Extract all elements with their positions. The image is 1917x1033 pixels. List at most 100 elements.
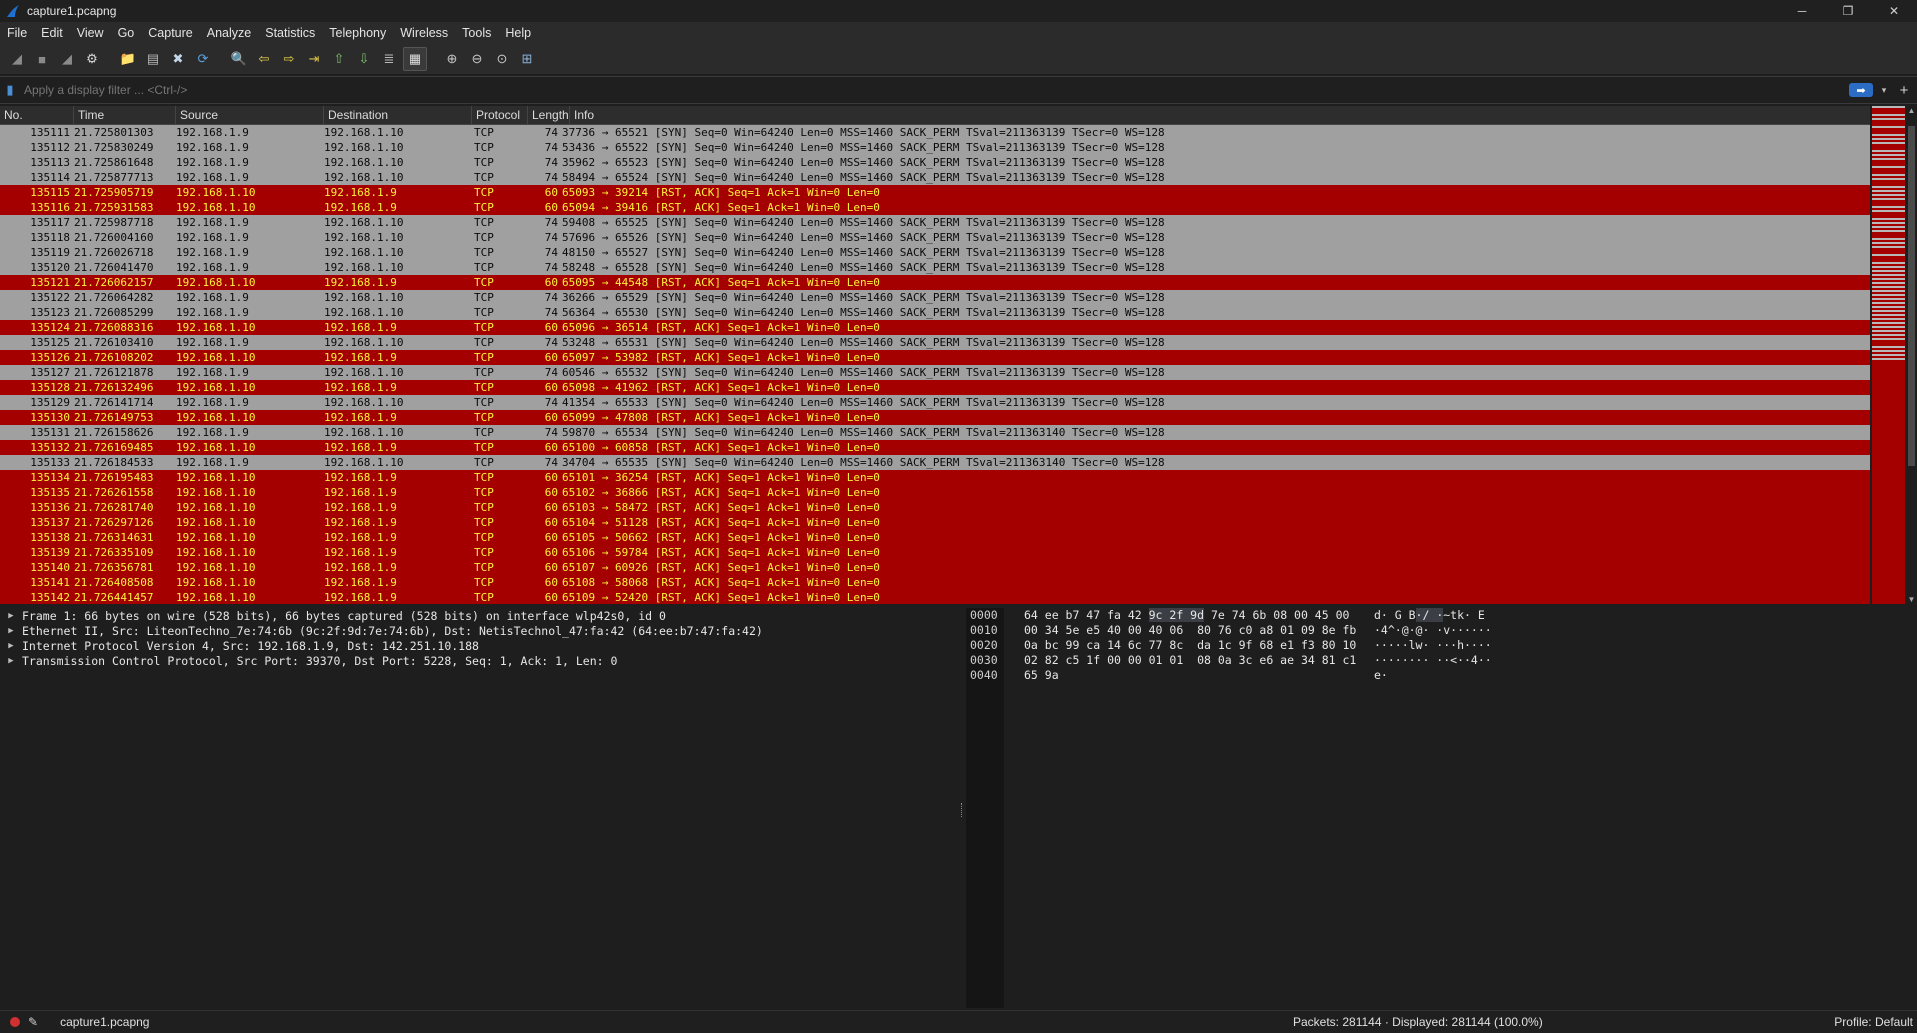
packet-row[interactable]: 135141 21.726408508 192.168.1.10 192.168.1.…	[0, 575, 1870, 590]
packet-row[interactable]: 135129 21.726141714 192.168.1.9 192.168.1.1…	[0, 395, 1870, 410]
close-file-icon[interactable]: ✖	[167, 48, 189, 70]
packet-row[interactable]: 135118 21.726004160 192.168.1.9 192.168.1.1…	[0, 230, 1870, 245]
packet-row[interactable]: 135115 21.725905719 192.168.1.10 192.168.1.…	[0, 185, 1870, 200]
packet-row[interactable]: 135127 21.726121878 192.168.1.9 192.168.1.1…	[0, 365, 1870, 380]
expand-arrow-icon[interactable]: ▶	[0, 626, 22, 636]
packet-row[interactable]: 135135 21.726261558 192.168.1.10 192.168.1.…	[0, 485, 1870, 500]
filter-history-dropdown[interactable]: ▾	[1877, 85, 1891, 96]
hex-ascii[interactable]: ·····lw· ···h····	[1374, 638, 1492, 653]
capture-options-gear-icon[interactable]: ⚙	[81, 48, 103, 70]
packet-row[interactable]: 135113 21.725861648 192.168.1.9 192.168.1.1…	[0, 155, 1870, 170]
packet-row[interactable]: 135119 21.726026718 192.168.1.9 192.168.1.1…	[0, 245, 1870, 260]
menu-view[interactable]: View	[70, 26, 111, 40]
packet-row[interactable]: 135131 21.726158626 192.168.1.9 192.168.1.1…	[0, 425, 1870, 440]
menu-go[interactable]: Go	[111, 26, 142, 40]
packet-row[interactable]: 135111 21.725801303 192.168.1.9 192.168.1.1…	[0, 125, 1870, 140]
packet-row[interactable]: 135140 21.726356781 192.168.1.10 192.168.1.…	[0, 560, 1870, 575]
packet-row[interactable]: 135137 21.726297126 192.168.1.10 192.168.1.…	[0, 515, 1870, 530]
first-packet-arrow-icon[interactable]: ⇧	[328, 48, 350, 70]
packet-row[interactable]: 135134 21.726195483 192.168.1.10 192.168.1.…	[0, 470, 1870, 485]
hex-ascii[interactable]: ·4^·@·@· ·v······	[1374, 623, 1492, 638]
hex-bytes[interactable]: 64 ee b7 47 fa 42 9c 2f 9d 7e 74 6b 08 0…	[1004, 608, 1374, 623]
packet-row[interactable]: 135128 21.726132496 192.168.1.10 192.168.1.…	[0, 380, 1870, 395]
resize-columns-icon[interactable]: ⊞	[516, 48, 538, 70]
last-packet-arrow-icon[interactable]: ⇩	[353, 48, 375, 70]
auto-scroll-icon[interactable]: ≣	[378, 48, 400, 70]
detail-tree-item[interactable]: ▶ Internet Protocol Version 4, Src: 192.1…	[0, 638, 958, 653]
minimize-button[interactable]: ─	[1779, 0, 1825, 22]
edit-comment-icon[interactable]: ✎	[28, 1015, 38, 1029]
menu-help[interactable]: Help	[498, 26, 538, 40]
expert-info-icon[interactable]	[10, 1017, 20, 1027]
display-filter-input[interactable]	[20, 79, 1849, 101]
expand-arrow-icon[interactable]: ▶	[0, 656, 22, 666]
menu-capture[interactable]: Capture	[141, 26, 199, 40]
packet-row[interactable]: 135112 21.725830249 192.168.1.9 192.168.1.1…	[0, 140, 1870, 155]
packet-row[interactable]: 135114 21.725877713 192.168.1.9 192.168.1.1…	[0, 170, 1870, 185]
menu-wireless[interactable]: Wireless	[393, 26, 455, 40]
scroll-up-arrow-icon[interactable]: ▲	[1906, 106, 1917, 115]
zoom-out-icon[interactable]: ⊖	[466, 48, 488, 70]
packet-row[interactable]: 135121 21.726062157 192.168.1.10 192.168.1.…	[0, 275, 1870, 290]
hex-bytes[interactable]: 02 82 c5 1f 00 00 01 01 08 0a 3c e6 ae 3…	[1004, 653, 1374, 668]
restart-fin-icon[interactable]: ◢	[56, 48, 78, 70]
colorize-icon[interactable]: ▦	[403, 47, 427, 71]
menu-edit[interactable]: Edit	[34, 26, 70, 40]
packet-row[interactable]: 135133 21.726184533 192.168.1.9 192.168.1.1…	[0, 455, 1870, 470]
stop-square-icon[interactable]: ■	[31, 48, 53, 70]
packet-row[interactable]: 135125 21.726103410 192.168.1.9 192.168.1.1…	[0, 335, 1870, 350]
apply-filter-button[interactable]: ➡	[1849, 83, 1873, 97]
maximize-button[interactable]: ❐	[1825, 0, 1871, 22]
hex-ascii[interactable]: ········ ··<··4··	[1374, 653, 1492, 668]
packet-row[interactable]: 135124 21.726088316 192.168.1.10 192.168.1.…	[0, 320, 1870, 335]
packet-row[interactable]: 135122 21.726064282 192.168.1.9 192.168.1.1…	[0, 290, 1870, 305]
status-profile[interactable]: Profile: Default	[1834, 1015, 1913, 1029]
column-header-time[interactable]: Time	[74, 106, 176, 124]
hex-ascii[interactable]: e·	[1374, 668, 1388, 683]
column-header-destination[interactable]: Destination	[324, 106, 472, 124]
zoom-in-icon[interactable]: ⊕	[441, 48, 463, 70]
packet-minimap[interactable]	[1872, 106, 1905, 604]
find-packet-icon[interactable]: 🔍	[228, 48, 250, 70]
go-back-arrow-icon[interactable]: ⇦	[253, 48, 275, 70]
shark-fin-start-icon[interactable]: ◢	[6, 48, 28, 70]
pane-splitter[interactable]	[958, 608, 966, 1008]
packet-row[interactable]: 135142 21.726441457 192.168.1.10 192.168.1.…	[0, 590, 1870, 604]
normal-size-icon[interactable]: ⊙	[491, 48, 513, 70]
add-filter-button[interactable]: +	[1891, 82, 1917, 99]
column-header-source[interactable]: Source	[176, 106, 324, 124]
packet-row[interactable]: 135132 21.726169485 192.168.1.10 192.168.1.…	[0, 440, 1870, 455]
hex-bytes[interactable]: 65 9a	[1004, 668, 1374, 683]
reload-icon[interactable]: ⟳	[192, 48, 214, 70]
menu-statistics[interactable]: Statistics	[258, 26, 322, 40]
hex-bytes[interactable]: 0a bc 99 ca 14 6c 77 8c da 1c 9f 68 e1 f…	[1004, 638, 1374, 653]
filter-bookmark-icon[interactable]: ▮	[0, 82, 20, 98]
packet-row[interactable]: 135130 21.726149753 192.168.1.10 192.168.1.…	[0, 410, 1870, 425]
hex-bytes[interactable]: 00 34 5e e5 40 00 40 06 80 76 c0 a8 01 0…	[1004, 623, 1374, 638]
expand-arrow-icon[interactable]: ▶	[0, 641, 22, 651]
detail-tree-item[interactable]: ▶ Frame 1: 66 bytes on wire (528 bits), 6…	[0, 608, 958, 623]
menu-analyze[interactable]: Analyze	[200, 26, 258, 40]
scrollbar-thumb[interactable]	[1908, 126, 1915, 466]
packet-row[interactable]: 135139 21.726335109 192.168.1.10 192.168.1.…	[0, 545, 1870, 560]
packet-row[interactable]: 135123 21.726085299 192.168.1.9 192.168.1.1…	[0, 305, 1870, 320]
packet-row[interactable]: 135136 21.726281740 192.168.1.10 192.168.1.…	[0, 500, 1870, 515]
open-folder-icon[interactable]: 📁	[117, 48, 139, 70]
close-button[interactable]: ✕	[1871, 0, 1917, 22]
column-header-info[interactable]: Info	[570, 106, 1870, 124]
detail-tree-item[interactable]: ▶ Ethernet II, Src: LiteonTechno_7e:74:6b…	[0, 623, 958, 638]
go-to-packet-icon[interactable]: ⇥	[303, 48, 325, 70]
save-file-icon[interactable]: ▤	[142, 48, 164, 70]
packet-row[interactable]: 135138 21.726314631 192.168.1.10 192.168.1.…	[0, 530, 1870, 545]
detail-tree-item[interactable]: ▶ Transmission Control Protocol, Src Port…	[0, 653, 958, 668]
hex-ascii[interactable]: d· G B·/ ·~tk· E	[1374, 608, 1485, 623]
column-header-no[interactable]: No.	[0, 106, 74, 124]
packet-row[interactable]: 135126 21.726108202 192.168.1.10 192.168.1.…	[0, 350, 1870, 365]
packet-row[interactable]: 135117 21.725987718 192.168.1.9 192.168.1.1…	[0, 215, 1870, 230]
column-header-length[interactable]: Length	[528, 106, 570, 124]
menu-telephony[interactable]: Telephony	[322, 26, 393, 40]
packet-list-scrollbar[interactable]: ▲ ▼	[1906, 106, 1917, 604]
menu-tools[interactable]: Tools	[455, 26, 498, 40]
menu-file[interactable]: File	[0, 26, 34, 40]
column-header-protocol[interactable]: Protocol	[472, 106, 528, 124]
